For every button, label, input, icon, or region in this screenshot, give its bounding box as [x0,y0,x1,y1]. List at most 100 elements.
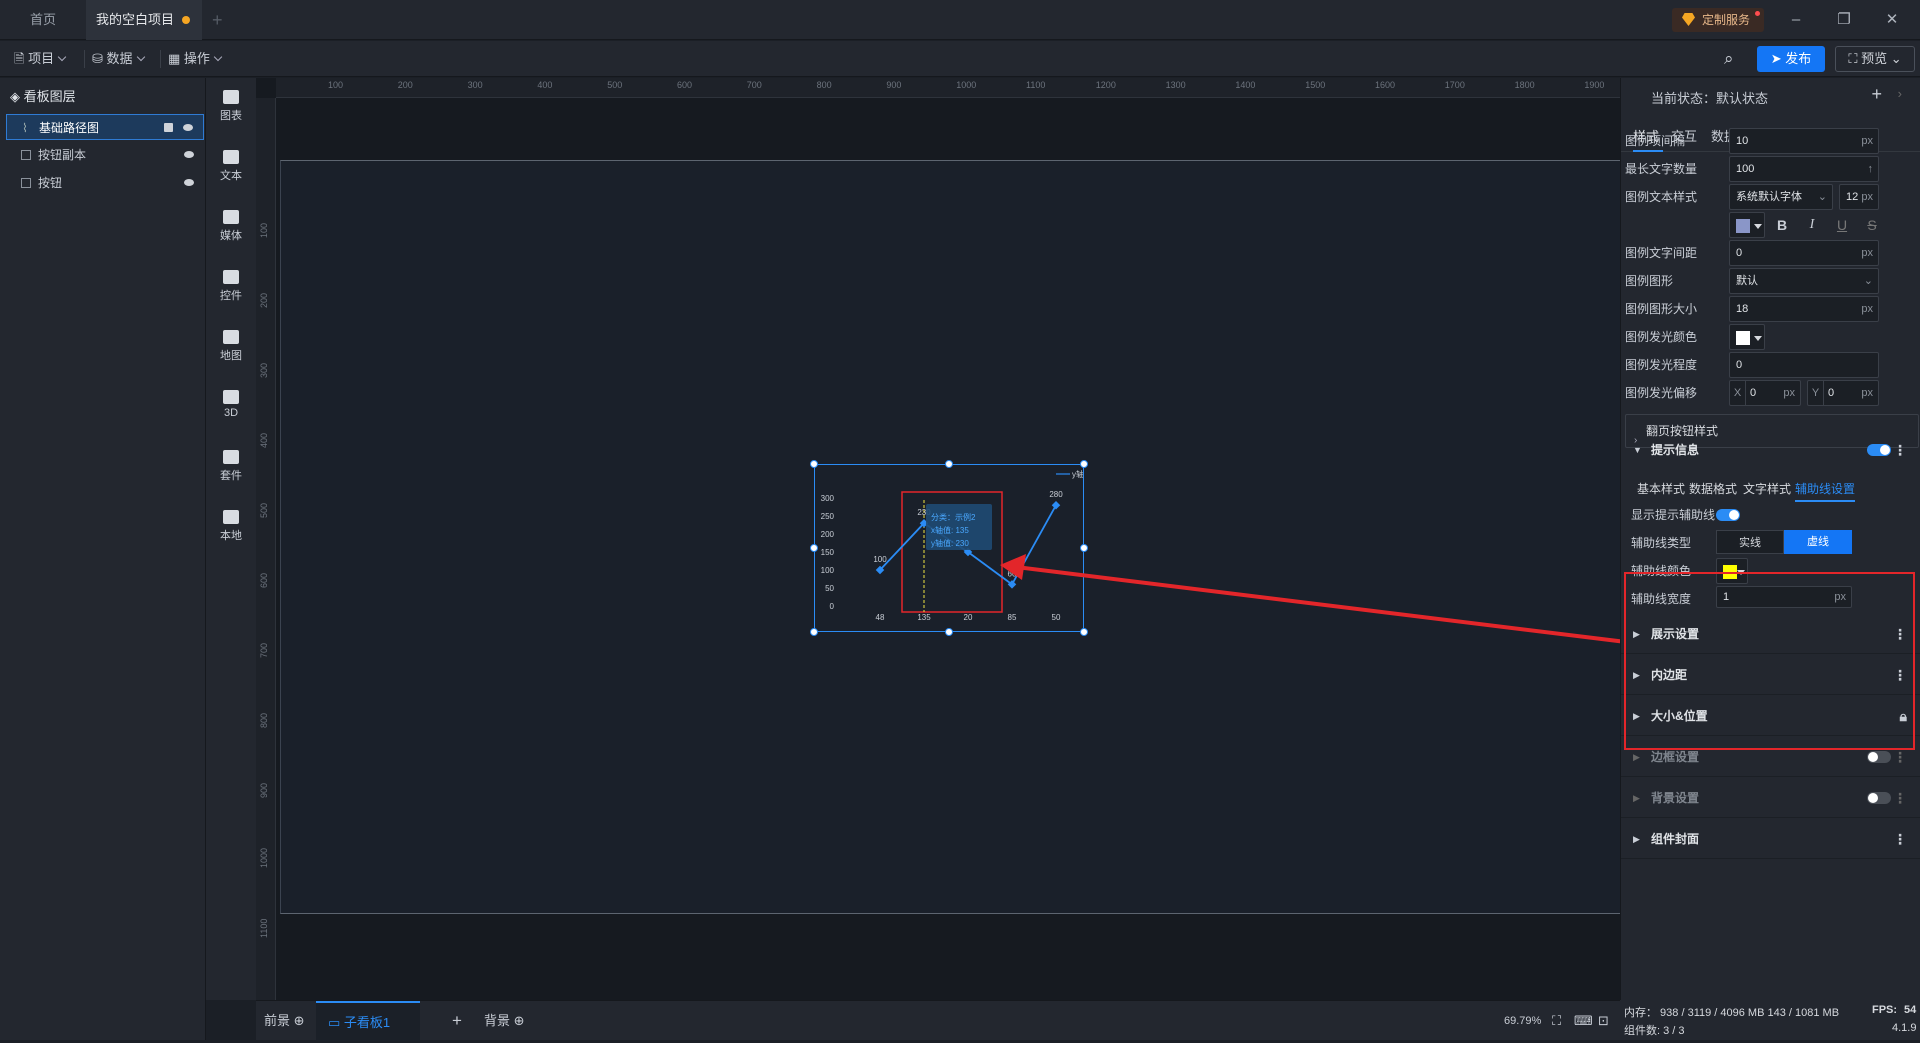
show-guide-toggle[interactable] [1716,509,1740,521]
add-circle-icon[interactable]: ⊕ [290,1013,305,1028]
sub-tab-data-format[interactable]: 数据格式 [1689,476,1737,502]
background-toggle[interactable] [1867,792,1891,804]
minimize-icon[interactable]: – [1776,0,1816,40]
resize-handle[interactable] [1080,460,1088,468]
text-spacing-input[interactable]: 0 px [1729,240,1879,266]
ruler-tick-label: 100 [328,80,344,90]
underline-icon[interactable]: U [1833,216,1851,234]
component-media[interactable]: 媒体 [206,210,256,243]
row-text-spacing: 图例文字间距 0 px [1621,240,1920,266]
add-circle-icon[interactable]: ⊕ [510,1013,525,1028]
component-local[interactable]: 本地 [206,510,256,543]
font-select[interactable]: 系统默认字体 ⌄ [1729,184,1833,210]
close-icon[interactable]: ✕ [1872,0,1912,40]
bold-icon[interactable]: B [1773,216,1791,234]
add-state-button[interactable]: + [1871,84,1882,105]
foreground-tab[interactable]: 前景 ⊕ [264,1001,305,1041]
component-text[interactable]: 文本 [206,150,256,183]
fit-screen-icon[interactable]: ⛶ [1552,1001,1561,1041]
properties-panel: 当前状态：默认状态 + › 样式 交互 数据 代码 图例项间隔10px 最长文字… [1620,78,1920,1000]
glow-level-input[interactable]: 0 [1729,352,1879,378]
component-control[interactable]: 控件 [206,270,256,303]
more-icon[interactable]: ⋮ [1893,430,1907,470]
sub-tab-text-style[interactable]: 文字样式 [1743,476,1791,502]
kit-icon [223,450,239,464]
stepper-up-icon[interactable]: ↑ [1868,157,1874,181]
eye-icon[interactable] [183,124,193,131]
component-chart[interactable]: 图表 [206,90,256,123]
menu-operate[interactable]: ▦ 操作 [168,41,223,77]
tooltip-toggle[interactable] [1867,444,1891,456]
italic-icon[interactable]: I [1803,216,1821,234]
restore-icon[interactable]: ❐ [1824,0,1864,40]
zoom-level[interactable]: 69.79% [1504,1001,1541,1041]
legend-gap-input[interactable]: 10 px [1729,128,1879,154]
resize-handle[interactable] [810,460,818,468]
max-text-input[interactable]: 100 ↑ [1729,156,1879,182]
shape-size-input[interactable]: 18 px [1729,296,1879,322]
preview-button[interactable]: ⛶ 预览 ⌄ [1835,46,1915,72]
component-3d[interactable]: 3D [206,390,256,419]
publish-button[interactable]: ➤ 发布 [1757,46,1825,72]
section-background[interactable]: ▶ 背景设置 ⋮ [1621,778,1920,818]
add-board-button[interactable]: + [452,1001,462,1041]
tab-project[interactable]: 我的空白项目 [86,0,202,40]
eye-icon[interactable] [184,179,194,186]
tooltip-section-label: 提示信息 [1651,443,1700,457]
component-kit[interactable]: 套件 [206,450,256,483]
layer-item[interactable]: 按钮 [6,170,204,196]
menu-project[interactable]: 🗎 项目 [14,41,67,77]
chevron-right-icon[interactable]: › [1898,86,1902,101]
arrow-head [1000,554,1026,580]
strikethrough-icon[interactable]: S [1863,216,1881,234]
more-icon[interactable]: ⋮ [1893,778,1907,818]
resize-handle[interactable] [945,628,953,636]
add-tab-button[interactable]: + [212,0,223,40]
section-tooltip[interactable]: ▼ 提示信息 ⋮ [1621,430,1920,470]
keyboard-icon[interactable]: ⌨ [1574,1001,1593,1041]
glow-color-picker[interactable] [1729,324,1765,350]
border-toggle[interactable] [1867,751,1891,763]
layer-item[interactable]: ⌇ 基础路径图 [6,114,204,140]
more-icon[interactable]: ⋮ [1893,819,1907,859]
dashed-option[interactable]: 虚线 [1784,530,1852,554]
cube-icon [223,390,239,404]
menu-data[interactable]: ⛁ 数据 [92,41,145,77]
ruler-tick-label: 1200 [1095,80,1116,90]
shape-size-value: 18 [1736,303,1749,315]
tab-home[interactable]: 首页 [0,0,86,40]
eye-icon[interactable] [184,151,194,158]
layer-label: 按钮副本 [38,148,87,162]
ruler-tick-label: 1800 [1514,80,1535,90]
shape-value: 默认 [1736,275,1758,287]
toggle-knob [1880,445,1890,455]
shape-label: 图例图形 [1625,274,1674,288]
text-color-picker[interactable] [1729,212,1765,238]
ruler-tick-label: 600 [677,80,693,90]
shape-select[interactable]: 默认 ⌄ [1729,268,1879,294]
section-cover[interactable]: ▶ 组件封面 ⋮ [1621,819,1920,859]
component-map[interactable]: 地图 [206,330,256,363]
resize-handle[interactable] [810,544,818,552]
ruler-tick-label: 700 [746,80,762,90]
custom-service-button[interactable]: 定制服务 [1672,8,1764,32]
puzzle-icon [223,510,239,524]
resize-handle[interactable] [945,460,953,468]
terminal-icon[interactable]: ⊡ [1598,1001,1609,1041]
layer-item[interactable]: 按钮副本 [6,142,204,168]
ruler-tick-label: 100 [259,222,269,238]
notification-dot-icon [1755,11,1760,16]
font-value: 系统默认字体 [1736,191,1802,203]
background-tab[interactable]: 背景 ⊕ [484,1001,525,1041]
glow-offset-x-input[interactable]: X 0 px [1729,380,1801,406]
font-size-input[interactable]: 12 px [1839,184,1879,210]
ruler-tick-label: 500 [259,502,269,518]
resize-handle[interactable] [810,628,818,636]
glow-offset-y-input[interactable]: Y 0 px [1807,380,1879,406]
solid-option[interactable]: 实线 [1716,530,1784,554]
unlock-icon[interactable] [164,123,173,132]
sub-tab-basic[interactable]: 基本样式 [1637,476,1685,502]
search-icon[interactable]: ⌕ [1724,41,1734,77]
sub-tab-guide-line[interactable]: 辅助线设置 [1795,476,1856,502]
sub-board-tab[interactable]: ▭ 子看板1 [316,1001,420,1041]
